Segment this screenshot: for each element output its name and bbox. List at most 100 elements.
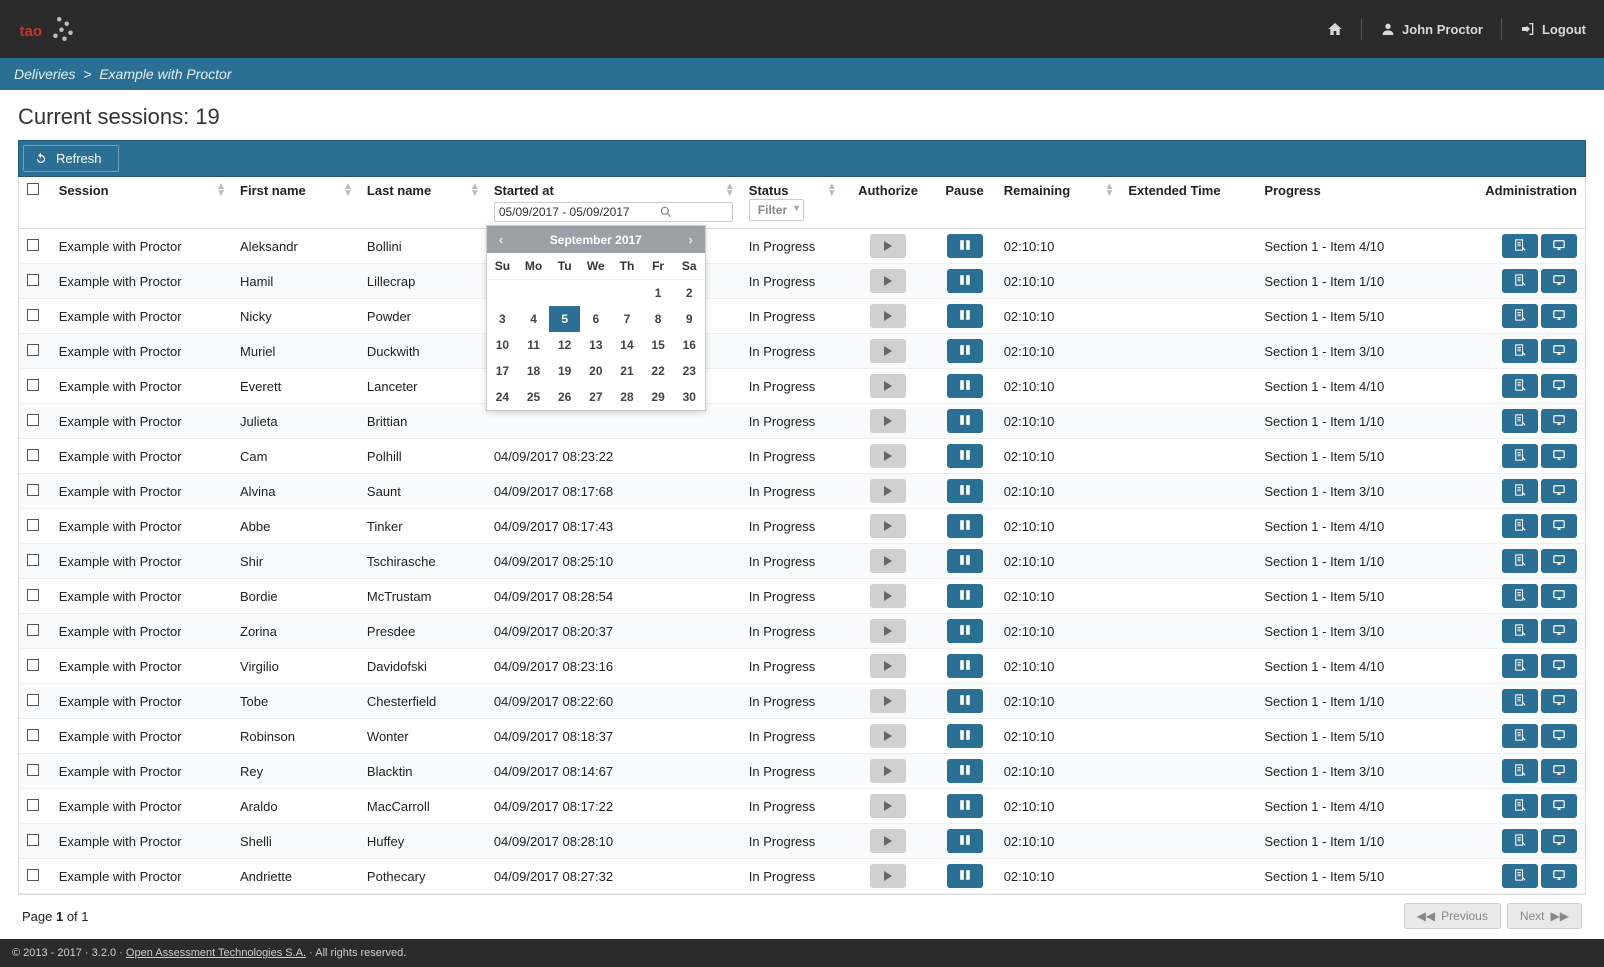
row-checkbox[interactable] bbox=[27, 519, 39, 531]
pause-button[interactable] bbox=[947, 584, 983, 608]
pause-button[interactable] bbox=[947, 479, 983, 503]
row-checkbox[interactable] bbox=[27, 274, 39, 286]
datepicker-day[interactable]: 8 bbox=[643, 306, 674, 332]
row-checkbox[interactable] bbox=[27, 729, 39, 741]
row-checkbox[interactable] bbox=[27, 869, 39, 881]
datepicker-day[interactable]: 17 bbox=[487, 358, 518, 384]
screen-button[interactable] bbox=[1541, 269, 1577, 293]
logout-link[interactable]: Logout bbox=[1520, 21, 1586, 37]
datepicker-day[interactable]: 27 bbox=[580, 384, 611, 410]
row-checkbox[interactable] bbox=[27, 659, 39, 671]
authorize-button[interactable] bbox=[870, 759, 906, 783]
search-icon[interactable] bbox=[659, 205, 673, 219]
screen-button[interactable] bbox=[1541, 234, 1577, 258]
row-checkbox[interactable] bbox=[27, 589, 39, 601]
report-button[interactable] bbox=[1502, 619, 1538, 643]
authorize-button[interactable] bbox=[870, 304, 906, 328]
authorize-button[interactable] bbox=[870, 444, 906, 468]
datepicker-day[interactable]: 12 bbox=[549, 332, 580, 358]
row-checkbox[interactable] bbox=[27, 449, 39, 461]
pause-button[interactable] bbox=[947, 689, 983, 713]
datepicker-day[interactable]: 25 bbox=[518, 384, 549, 410]
screen-button[interactable] bbox=[1541, 514, 1577, 538]
authorize-button[interactable] bbox=[870, 724, 906, 748]
pause-button[interactable] bbox=[947, 514, 983, 538]
sort-status[interactable]: ▲▼ bbox=[827, 183, 837, 197]
datepicker-day[interactable]: 10 bbox=[487, 332, 518, 358]
datepicker-day[interactable]: 30 bbox=[674, 384, 705, 410]
brand-logo[interactable]: tao bbox=[18, 9, 78, 49]
breadcrumb-root[interactable]: Deliveries bbox=[14, 66, 75, 82]
datepicker-day[interactable]: 15 bbox=[643, 332, 674, 358]
report-button[interactable] bbox=[1502, 234, 1538, 258]
datepicker-day[interactable]: 19 bbox=[549, 358, 580, 384]
pause-button[interactable] bbox=[947, 549, 983, 573]
datepicker-day[interactable]: 4 bbox=[518, 306, 549, 332]
datepicker-day[interactable]: 13 bbox=[580, 332, 611, 358]
report-button[interactable] bbox=[1502, 689, 1538, 713]
pause-button[interactable] bbox=[947, 759, 983, 783]
datepicker-day[interactable]: 9 bbox=[674, 306, 705, 332]
row-checkbox[interactable] bbox=[27, 484, 39, 496]
pause-button[interactable] bbox=[947, 234, 983, 258]
authorize-button[interactable] bbox=[870, 619, 906, 643]
datepicker-day[interactable]: 6 bbox=[580, 306, 611, 332]
authorize-button[interactable] bbox=[870, 864, 906, 888]
datepicker-day[interactable]: 21 bbox=[611, 358, 642, 384]
datepicker-day[interactable]: 23 bbox=[674, 358, 705, 384]
authorize-button[interactable] bbox=[870, 794, 906, 818]
screen-button[interactable] bbox=[1541, 759, 1577, 783]
pause-button[interactable] bbox=[947, 829, 983, 853]
screen-button[interactable] bbox=[1541, 654, 1577, 678]
report-button[interactable] bbox=[1502, 794, 1538, 818]
report-button[interactable] bbox=[1502, 269, 1538, 293]
report-button[interactable] bbox=[1502, 374, 1538, 398]
report-button[interactable] bbox=[1502, 829, 1538, 853]
screen-button[interactable] bbox=[1541, 724, 1577, 748]
pause-button[interactable] bbox=[947, 409, 983, 433]
pause-button[interactable] bbox=[947, 304, 983, 328]
previous-button[interactable]: ◀◀Previous bbox=[1404, 903, 1501, 929]
datepicker-day[interactable]: 5 bbox=[549, 306, 580, 332]
started-at-input[interactable] bbox=[499, 205, 659, 219]
report-button[interactable] bbox=[1502, 724, 1538, 748]
authorize-button[interactable] bbox=[870, 339, 906, 363]
authorize-button[interactable] bbox=[870, 689, 906, 713]
datepicker-day[interactable]: 16 bbox=[674, 332, 705, 358]
pause-button[interactable] bbox=[947, 794, 983, 818]
screen-button[interactable] bbox=[1541, 479, 1577, 503]
row-checkbox[interactable] bbox=[27, 624, 39, 636]
row-checkbox[interactable] bbox=[27, 554, 39, 566]
datepicker-day[interactable]: 3 bbox=[487, 306, 518, 332]
report-button[interactable] bbox=[1502, 549, 1538, 573]
pause-button[interactable] bbox=[947, 724, 983, 748]
report-button[interactable] bbox=[1502, 304, 1538, 328]
screen-button[interactable] bbox=[1541, 619, 1577, 643]
datepicker-day[interactable]: 22 bbox=[643, 358, 674, 384]
authorize-button[interactable] bbox=[870, 409, 906, 433]
report-button[interactable] bbox=[1502, 864, 1538, 888]
datepicker-day[interactable]: 2 bbox=[674, 280, 705, 306]
authorize-button[interactable] bbox=[870, 374, 906, 398]
home-link[interactable] bbox=[1327, 21, 1343, 37]
datepicker-day[interactable]: 28 bbox=[611, 384, 642, 410]
datepicker-day[interactable]: 14 bbox=[611, 332, 642, 358]
report-button[interactable] bbox=[1502, 444, 1538, 468]
status-filter[interactable]: Filter bbox=[749, 199, 804, 221]
sort-started-at[interactable]: ▲▼ bbox=[725, 183, 735, 197]
screen-button[interactable] bbox=[1541, 584, 1577, 608]
datepicker-day[interactable]: 26 bbox=[549, 384, 580, 410]
authorize-button[interactable] bbox=[870, 829, 906, 853]
datepicker-day[interactable]: 11 bbox=[518, 332, 549, 358]
datepicker-day[interactable]: 18 bbox=[518, 358, 549, 384]
authorize-button[interactable] bbox=[870, 269, 906, 293]
row-checkbox[interactable] bbox=[27, 799, 39, 811]
report-button[interactable] bbox=[1502, 339, 1538, 363]
pause-button[interactable] bbox=[947, 619, 983, 643]
sort-session[interactable]: ▲▼ bbox=[216, 183, 226, 197]
datepicker-day[interactable]: 24 bbox=[487, 384, 518, 410]
row-checkbox[interactable] bbox=[27, 834, 39, 846]
pause-button[interactable] bbox=[947, 654, 983, 678]
screen-button[interactable] bbox=[1541, 549, 1577, 573]
select-all-checkbox[interactable] bbox=[27, 183, 39, 195]
